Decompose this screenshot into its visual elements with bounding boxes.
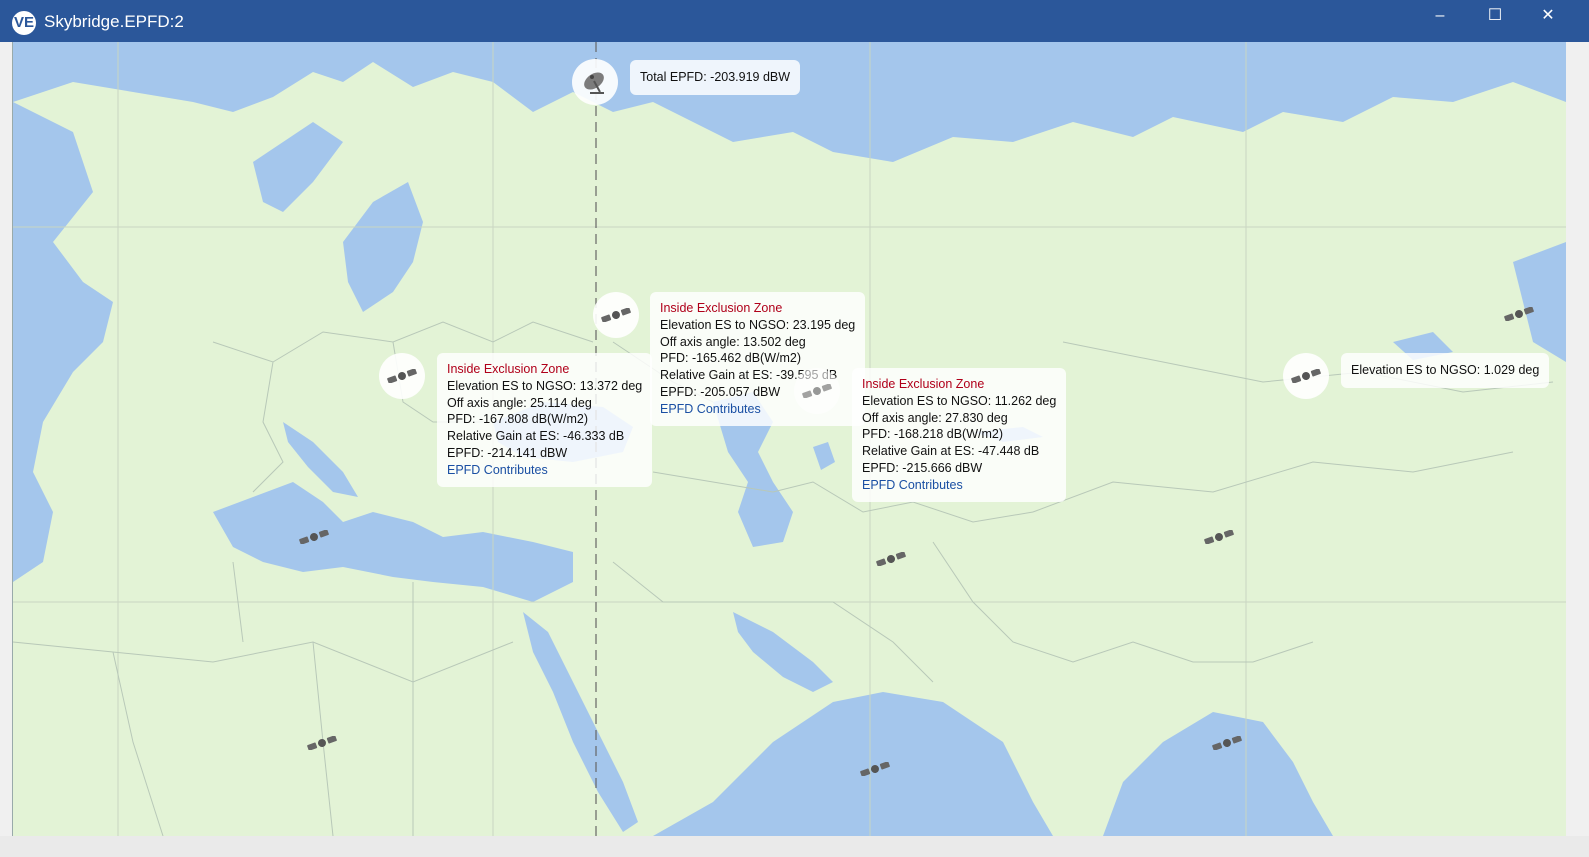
pfd-value: PFD: -165.462 dB(W/m2) [660, 351, 802, 366]
off-axis-value: Off axis angle: 25.114 deg [447, 395, 592, 410]
relative-gain-value: Relative Gain at ES: -47.448 dB [862, 444, 1040, 459]
epfd-value: EPFD: -215.666 dBW [862, 460, 983, 475]
red-sea [523, 612, 638, 832]
epfd-contributes-link[interactable]: EPFD Contributes [447, 462, 642, 479]
satellite-icon[interactable] [299, 530, 329, 544]
exclusion-zone-label: Inside Exclusion Zone [862, 377, 985, 391]
elevation-value: Elevation ES to NGSO: 11.262 deg [862, 393, 1057, 408]
satellite-dish-icon [584, 72, 604, 94]
satellite-icon[interactable] [307, 736, 337, 750]
baltic-sea [343, 182, 423, 312]
satellite-callout-3: Inside Exclusion Zone Elevation ES to NG… [852, 368, 1067, 502]
app-icon: VE [12, 11, 36, 35]
elevation-value: Elevation ES to NGSO: 13.372 deg [447, 378, 643, 393]
satellite-badge-4[interactable] [1283, 353, 1329, 399]
close-button[interactable]: ✕ [1525, 0, 1571, 32]
satellite-icon [802, 384, 832, 398]
pfd-value: PFD: -167.808 dB(W/m2) [447, 412, 589, 427]
persian-gulf [733, 612, 833, 692]
satellite-icon[interactable] [1204, 530, 1234, 544]
atlantic-ocean [13, 102, 113, 582]
epfd-contributes-link[interactable]: EPFD Contributes [862, 477, 1056, 494]
satellite-callout-1: Inside Exclusion Zone Elevation ES to NG… [437, 353, 653, 487]
elevation-value: Elevation ES to NGSO: 23.195 deg [660, 317, 856, 332]
map-view[interactable]: Total EPFD: -203.919 dBW Inside Exclusio… [12, 42, 1566, 836]
satellite-callout-4: Elevation ES to NGSO: 1.029 deg [1341, 353, 1550, 388]
relative-gain-value: Relative Gain at ES: -46.333 dB [447, 429, 625, 444]
window-title: Skybridge.EPFD:2 [44, 12, 184, 31]
graticule [13, 42, 1566, 836]
exclusion-zone-label: Inside Exclusion Zone [660, 301, 783, 315]
elevation-value: Elevation ES to NGSO: 1.029 deg [1351, 363, 1540, 377]
satellite-icon[interactable] [860, 762, 890, 776]
off-axis-value: Off axis angle: 27.830 deg [862, 410, 1008, 425]
bay-of-bengal [1103, 712, 1333, 836]
satellite-icon [387, 369, 417, 383]
arabian-sea [653, 692, 1053, 836]
minimize-button[interactable]: – [1417, 0, 1463, 32]
satellite-icon[interactable] [1212, 736, 1242, 750]
satellite-icon [1291, 369, 1321, 383]
satellite-badge-3[interactable] [794, 368, 840, 414]
satellite-badge-1[interactable] [379, 353, 425, 399]
satellite-icon [601, 308, 631, 322]
window-bottom-edge [0, 836, 1589, 857]
maximize-button[interactable]: ☐ [1472, 0, 1518, 32]
total-epfd-label: Total EPFD: -203.919 dBW [630, 60, 801, 95]
satellite-badge-2[interactable] [593, 292, 639, 338]
title-bar: VE Skybridge.EPFD:2 – ☐ ✕ [0, 0, 1589, 42]
satellite-icon[interactable] [1504, 307, 1534, 321]
pfd-value: PFD: -168.218 dB(W/m2) [862, 427, 1004, 442]
mediterranean-sea [213, 482, 573, 602]
off-axis-value: Off axis angle: 13.502 deg [660, 334, 806, 349]
earth-station-badge[interactable] [572, 59, 618, 105]
satellite-icon[interactable] [876, 552, 906, 566]
epfd-value: EPFD: -214.141 dBW [447, 445, 568, 460]
exclusion-zone-label: Inside Exclusion Zone [447, 362, 570, 376]
map-canvas [13, 42, 1566, 836]
